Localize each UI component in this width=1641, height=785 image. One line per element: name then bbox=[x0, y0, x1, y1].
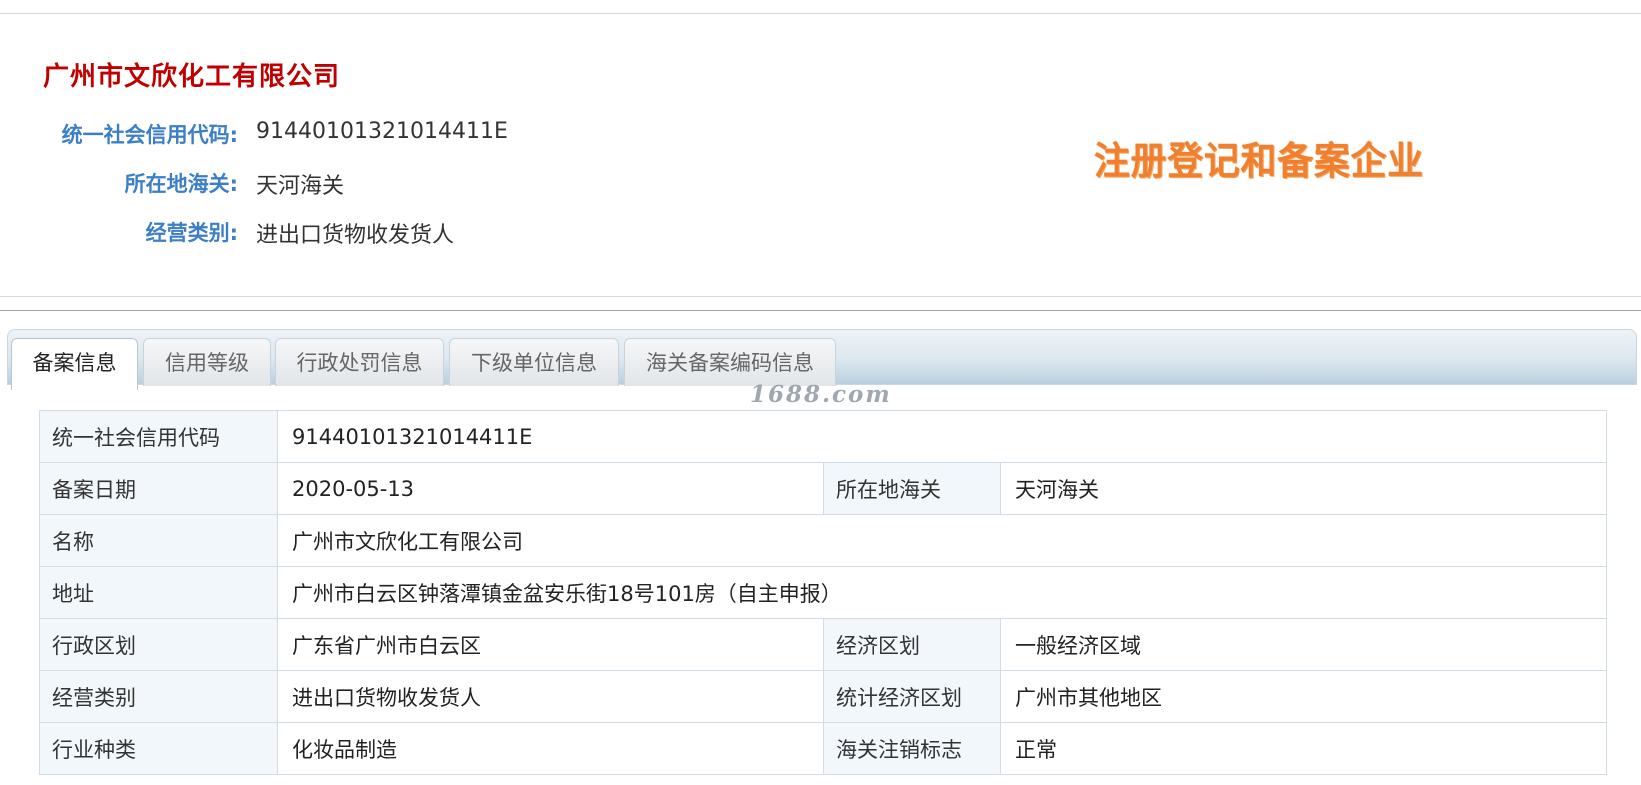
header-customs-value: 天河海关 bbox=[256, 174, 345, 199]
company-header-card: 广州市文欣化工有限公司 统一社会信用代码: 91440101321014411E… bbox=[0, 13, 1641, 297]
cancel-flag-label: 海关注销标志 bbox=[823, 722, 1001, 775]
filing-date-label: 备案日期 bbox=[39, 462, 278, 515]
table-row: 名称 广州市文欣化工有限公司 bbox=[39, 514, 1608, 567]
econ-region-value: 一般经济区域 bbox=[999, 618, 1608, 671]
admin-region-value: 广东省广州市白云区 bbox=[277, 618, 824, 671]
table-row: 备案日期 2020-05-13 所在地海关 天河海关 bbox=[39, 462, 1608, 515]
filing-info-table: 统一社会信用代码 91440101321014411E 备案日期 2020-05… bbox=[39, 410, 1608, 775]
address-value: 广州市白云区钟落潭镇金盆安乐街18号101房（自主申报） bbox=[276, 566, 1608, 619]
table-row: 地址 广州市白云区钟落潭镇金盆安乐街18号101房（自主申报） bbox=[39, 566, 1608, 619]
tab-subordinate-units[interactable]: 下级单位信息 bbox=[449, 338, 619, 386]
econ-region-label: 经济区划 bbox=[823, 618, 1001, 671]
customs-label: 所在地海关 bbox=[823, 462, 1001, 515]
tab-customs-code-info[interactable]: 海关备案编码信息 bbox=[624, 338, 836, 386]
business-type-label: 经营类别 bbox=[39, 670, 278, 723]
address-label: 地址 bbox=[39, 566, 278, 619]
tab-credit-level[interactable]: 信用等级 bbox=[143, 338, 271, 386]
table-row: 统一社会信用代码 91440101321014411E bbox=[39, 410, 1608, 463]
filing-date-value: 2020-05-13 bbox=[277, 462, 824, 515]
credit-code-label: 统一社会信用代码 bbox=[39, 410, 278, 463]
header-customs-label: 所在地海关: bbox=[124, 172, 238, 196]
registration-stamp: 注册登记和备案企业 bbox=[1094, 139, 1424, 183]
name-value: 广州市文欣化工有限公司 bbox=[276, 514, 1608, 567]
customs-value: 天河海关 bbox=[999, 462, 1608, 515]
business-type-value: 进出口货物收发货人 bbox=[277, 670, 824, 723]
company-name-title: 广州市文欣化工有限公司 bbox=[43, 62, 341, 92]
industry-label: 行业种类 bbox=[39, 722, 278, 775]
tab-penalty-info[interactable]: 行政处罚信息 bbox=[275, 338, 444, 386]
header-business-type-row: 经营类别: 进出口货物收发货人 bbox=[0, 217, 800, 251]
watermark-text: 1688.com bbox=[750, 381, 892, 408]
header-credit-code-value: 91440101321014411E bbox=[256, 119, 508, 144]
header-credit-code-row: 统一社会信用代码: 91440101321014411E bbox=[0, 119, 800, 153]
table-row: 行政区划 广东省广州市白云区 经济区划 一般经济区域 bbox=[39, 618, 1608, 671]
section-divider bbox=[0, 310, 1641, 311]
credit-code-value: 91440101321014411E bbox=[276, 410, 1608, 463]
stat-region-value: 广州市其他地区 bbox=[999, 670, 1608, 723]
table-row: 行业种类 化妆品制造 海关注销标志 正常 bbox=[39, 722, 1608, 775]
header-credit-code-label: 统一社会信用代码: bbox=[61, 123, 238, 147]
name-label: 名称 bbox=[39, 514, 278, 567]
tab-filing-info[interactable]: 备案信息 bbox=[11, 338, 138, 390]
header-customs-row: 所在地海关: 天河海关 bbox=[0, 168, 800, 202]
header-business-type-label: 经营类别: bbox=[145, 221, 238, 245]
stat-region-label: 统计经济区划 bbox=[823, 670, 1001, 723]
industry-value: 化妆品制造 bbox=[277, 722, 824, 775]
table-row: 经营类别 进出口货物收发货人 统计经济区划 广州市其他地区 bbox=[39, 670, 1608, 723]
header-business-type-value: 进出口货物收发货人 bbox=[256, 223, 455, 248]
admin-region-label: 行政区划 bbox=[39, 618, 278, 671]
cancel-flag-value: 正常 bbox=[999, 722, 1608, 775]
